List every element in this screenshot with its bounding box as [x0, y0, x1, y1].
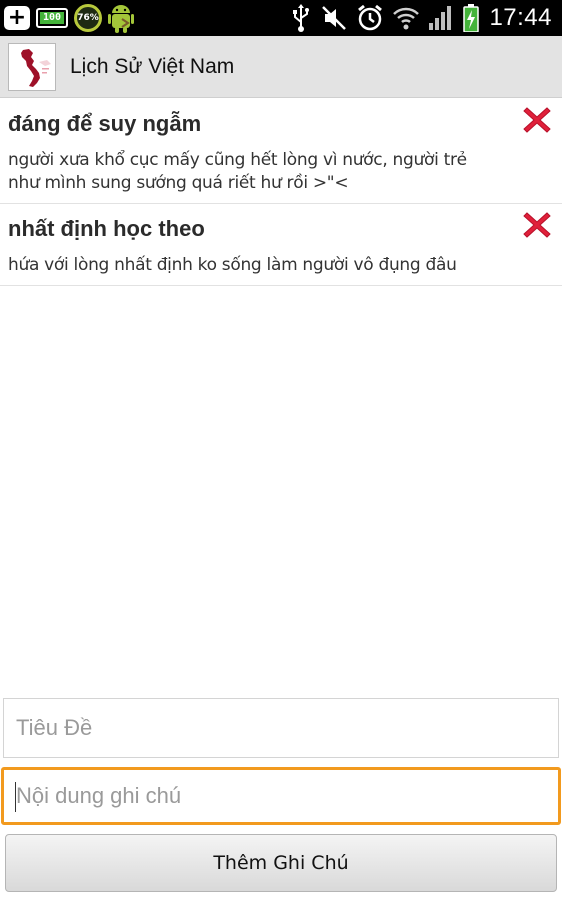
text-cursor	[15, 782, 16, 812]
plus-notification-icon: +	[4, 6, 30, 30]
delete-x-icon	[523, 107, 551, 133]
note-item[interactable]: đáng để suy ngẫm người xưa khổ cục mấy c…	[0, 99, 562, 204]
notes-list: đáng để suy ngẫm người xưa khổ cục mấy c…	[0, 99, 562, 286]
note-title: đáng để suy ngẫm	[8, 111, 202, 136]
note-body: hứa với lòng nhất định ko sống làm người…	[8, 255, 457, 275]
app-title: Lịch Sử Việt Nam	[70, 55, 235, 78]
delete-note-button[interactable]	[522, 105, 552, 135]
note-title: nhất định học theo	[8, 216, 205, 241]
delete-note-button[interactable]	[522, 210, 552, 240]
usb-icon	[291, 4, 311, 32]
add-note-button[interactable]: Thêm Ghi Chú	[5, 834, 557, 892]
status-bar: + 100 76% 17:44	[0, 0, 562, 36]
battery-notification-icon: 100	[36, 8, 68, 28]
status-clock: 17:44	[489, 4, 552, 31]
note-item[interactable]: nhất định học theo hứa với lòng nhất địn…	[0, 204, 562, 286]
wifi-icon	[393, 5, 420, 31]
note-body: người xưa khổ cục mấy cũng hết lòng vì n…	[8, 150, 467, 193]
delete-x-icon	[523, 212, 551, 238]
battery-charging-icon	[463, 4, 480, 32]
note-content-input[interactable]	[1, 767, 561, 825]
app-logo-vietnam-map-icon[interactable]	[8, 43, 56, 91]
mute-icon	[321, 5, 347, 31]
note-title-input[interactable]	[3, 698, 559, 758]
status-right-icons: 17:44	[291, 3, 552, 33]
battery-notification-label: 100	[42, 12, 62, 23]
percent-ring-label: 76%	[77, 13, 99, 23]
alarm-icon	[357, 4, 383, 32]
percent-ring-icon: 76%	[74, 4, 102, 32]
signal-icon	[429, 5, 453, 31]
action-bar: Lịch Sử Việt Nam	[0, 36, 562, 98]
status-left-icons: + 100 76%	[4, 3, 134, 33]
android-icon	[108, 3, 134, 33]
